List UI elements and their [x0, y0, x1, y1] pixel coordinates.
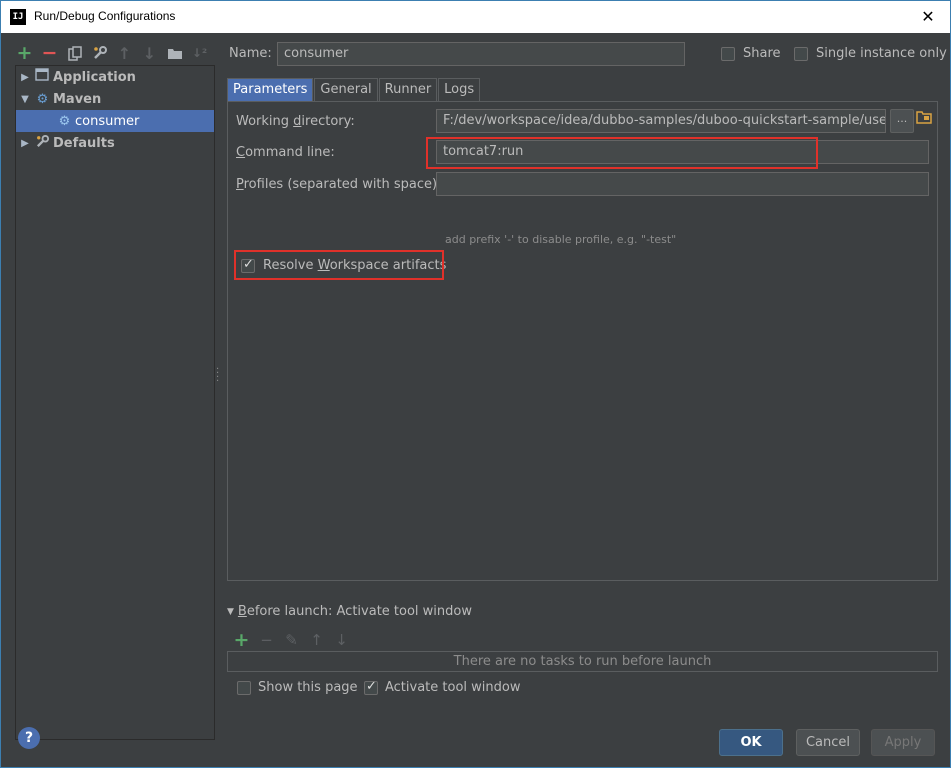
before-launch-header[interactable]: ▼ Before launch: Activate tool window	[227, 604, 472, 619]
name-label: Name:	[229, 46, 272, 61]
folder-icon[interactable]	[165, 44, 184, 63]
tab-parameters[interactable]: Parameters	[227, 78, 314, 101]
splitter-handle[interactable]: · · · ·	[216, 365, 219, 387]
single-instance-option[interactable]: Single instance only	[794, 46, 947, 61]
move-up-icon[interactable]: ↑	[308, 631, 325, 649]
remove-icon[interactable]: −	[258, 631, 275, 649]
gear-icon: ⚙	[36, 91, 49, 107]
module-folder-icon[interactable]	[916, 110, 932, 124]
tab-logs[interactable]: Logs	[438, 78, 481, 101]
tree-item-label: Maven	[53, 91, 102, 107]
share-option[interactable]: Share	[721, 46, 781, 61]
dialog-content: + − ↑ ↓ ↓² ▶ Application ▼ ⚙ Maven ⚙ con…	[1, 33, 950, 767]
tab-runner[interactable]: Runner	[378, 78, 438, 101]
intellij-logo-icon: IJ	[10, 9, 26, 25]
wrench-icon	[34, 134, 51, 153]
single-instance-checkbox[interactable]	[794, 46, 808, 61]
configuration-tree: ▶ Application ▼ ⚙ Maven ⚙ consumer ▶ Def…	[15, 65, 215, 740]
config-toolbar: + − ↑ ↓ ↓²	[15, 42, 209, 64]
expand-arrow-icon[interactable]: ▶	[16, 72, 34, 83]
move-down-icon[interactable]: ↓	[140, 44, 159, 63]
profiles-hint: add prefix '-' to disable profile, e.g. …	[445, 233, 677, 246]
tree-item-maven[interactable]: ▼ ⚙ Maven	[16, 88, 214, 110]
show-this-page-label: Show this page	[258, 680, 358, 695]
tree-item-consumer[interactable]: ⚙ consumer	[16, 110, 214, 132]
resolve-workspace-highlight	[234, 250, 444, 280]
apply-button[interactable]: Apply	[871, 729, 935, 756]
label-part: efore launch: Activate tool window	[246, 604, 472, 619]
share-checkbox[interactable]	[721, 46, 735, 61]
parameters-panel: Working directory: F:/dev/workspace/idea…	[227, 101, 938, 581]
add-icon[interactable]: +	[233, 629, 250, 651]
copy-icon[interactable]	[65, 44, 84, 63]
activate-tool-window-label: Activate tool window	[385, 680, 521, 695]
name-input[interactable]: consumer	[277, 42, 685, 66]
share-label: Share	[743, 46, 781, 61]
label-part: Working	[236, 114, 294, 129]
profiles-label: Profiles (separated with space):	[236, 177, 442, 192]
before-launch-title: Before launch: Activate tool window	[238, 604, 472, 619]
label-mnemonic: P	[236, 177, 244, 192]
gear-icon: ⚙	[58, 113, 71, 129]
config-tabs: Parameters General Runner Logs	[227, 78, 481, 101]
move-up-icon[interactable]: ↑	[115, 44, 134, 63]
show-this-page-option[interactable]: Show this page	[237, 680, 358, 695]
close-icon[interactable]: ✕	[914, 5, 942, 29]
collapse-arrow-icon[interactable]: ▼	[16, 94, 34, 105]
title-bar: IJ Run/Debug Configurations ✕	[1, 1, 950, 33]
tree-item-application[interactable]: ▶ Application	[16, 66, 214, 88]
tab-general[interactable]: General	[314, 78, 378, 101]
before-launch-toolbar: + − ✎ ↑ ↓	[233, 629, 350, 651]
label-part: irectory:	[301, 114, 355, 129]
working-directory-label: Working directory:	[236, 114, 355, 129]
browse-button[interactable]: ...	[890, 109, 914, 133]
expand-arrow-icon[interactable]: ▶	[16, 138, 34, 149]
add-icon[interactable]: +	[15, 42, 34, 64]
profiles-input[interactable]	[436, 172, 929, 196]
help-icon[interactable]: ?	[18, 727, 40, 749]
move-down-icon[interactable]: ↓	[333, 631, 350, 649]
remove-icon[interactable]: −	[40, 42, 59, 64]
command-line-highlight	[426, 137, 818, 169]
activate-tool-window-checkbox[interactable]	[364, 679, 378, 695]
label-mnemonic: B	[237, 604, 247, 619]
window-title: Run/Debug Configurations	[34, 9, 176, 23]
run-debug-configurations-dialog: IJ Run/Debug Configurations ✕ + − ↑ ↓ ↓²…	[0, 0, 951, 768]
edit-icon[interactable]: ✎	[283, 631, 300, 649]
label-mnemonic: C	[236, 145, 246, 160]
working-directory-input[interactable]: F:/dev/workspace/idea/dubbo-samples/dubo…	[436, 109, 886, 133]
collapse-arrow-icon[interactable]: ▼	[227, 607, 234, 617]
activate-tool-window-option[interactable]: Activate tool window	[364, 679, 521, 695]
application-icon	[34, 68, 51, 86]
tree-item-label: Application	[53, 69, 136, 85]
label-part: rofiles (separated with space):	[243, 177, 442, 192]
command-line-label: Command line:	[236, 145, 335, 160]
before-launch-task-list: There are no tasks to run before launch	[227, 651, 938, 672]
tree-item-defaults[interactable]: ▶ Defaults	[16, 132, 214, 154]
label-part: ommand line:	[245, 145, 335, 160]
wrench-icon[interactable]	[90, 44, 109, 63]
sort-icon[interactable]: ↓²	[190, 44, 209, 63]
single-instance-label: Single instance only	[816, 46, 947, 61]
ok-button[interactable]: OK	[719, 729, 783, 756]
cancel-button[interactable]: Cancel	[796, 729, 860, 756]
tree-item-label: consumer	[75, 113, 140, 129]
tree-item-label: Defaults	[53, 135, 115, 151]
show-this-page-checkbox[interactable]	[237, 680, 251, 695]
